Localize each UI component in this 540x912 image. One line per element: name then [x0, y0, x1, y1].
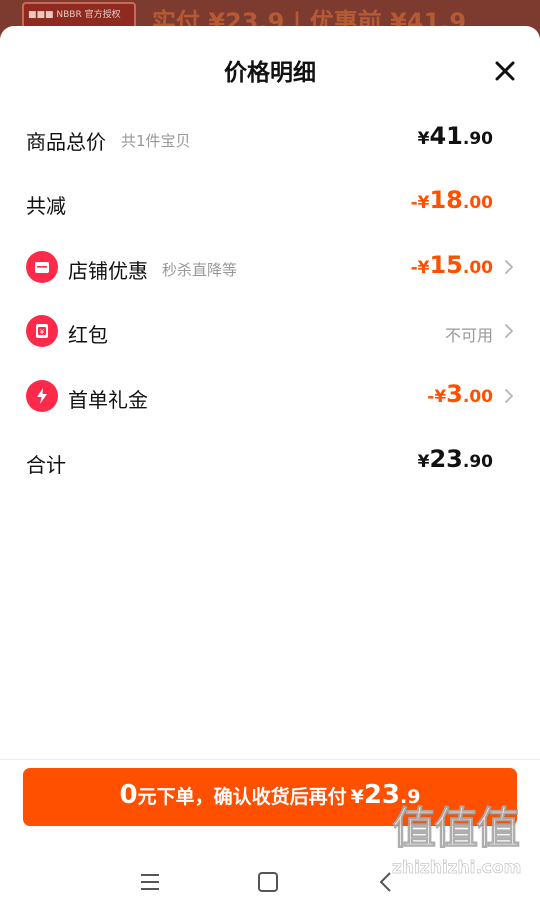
- menu-nav-button[interactable]: [136, 868, 164, 896]
- store-icon: [26, 251, 58, 283]
- close-icon: [495, 61, 515, 81]
- store-discount-label: 店铺优惠: [68, 259, 148, 283]
- subtotal-count: 共1件宝贝: [121, 132, 191, 150]
- chevron-right-icon: [502, 322, 516, 340]
- chevron-right-icon: [502, 387, 516, 405]
- total-label: 合计: [26, 453, 66, 477]
- order-button[interactable]: 0元下单，确认收货后再付 ¥23.9: [23, 768, 517, 826]
- order-button-label: 0元下单，确认收货后再付 ¥23.9: [119, 780, 421, 810]
- store-discount-sub: 秒杀直降等: [162, 261, 238, 279]
- lightning-icon: [26, 380, 58, 412]
- first-order-label: 首单礼金: [68, 388, 148, 412]
- total-row: 合计 ¥23.90: [0, 441, 540, 481]
- chevron-right-icon: [502, 258, 516, 276]
- red-packet-label: 红包: [68, 323, 108, 347]
- thumbnail-label: ■■■ NBBR 官方授权: [28, 10, 121, 20]
- menu-icon: [141, 874, 159, 890]
- close-button[interactable]: [490, 56, 520, 86]
- first-order-row[interactable]: 首单礼金 -¥3.00: [0, 376, 540, 416]
- subtotal-amount: ¥41.90: [417, 122, 493, 150]
- total-discount-row: 共减 -¥18.00: [0, 182, 540, 222]
- total-discount-label: 共减: [26, 194, 66, 218]
- back-icon: [380, 872, 391, 892]
- sheet-title: 价格明细: [224, 60, 316, 86]
- total-amount: ¥23.90: [417, 445, 493, 473]
- store-discount-row[interactable]: 店铺优惠 秒杀直降等 -¥15.00: [0, 247, 540, 287]
- home-square-icon: [258, 872, 278, 892]
- red-packet-row[interactable]: ¥ 红包 不可用: [0, 311, 540, 351]
- system-nav-bar: [0, 852, 540, 912]
- price-detail-sheet: 价格明细 商品总价 共1件宝贝 ¥41.90 共减 -¥18.00 店铺优惠 秒: [0, 26, 540, 912]
- total-discount-amount: -¥18.00: [410, 186, 493, 214]
- svg-text:¥: ¥: [40, 328, 45, 336]
- red-packet-status: 不可用: [444, 326, 493, 345]
- divider: [0, 759, 540, 760]
- back-nav-button[interactable]: [372, 868, 400, 896]
- subtotal-row: 商品总价 共1件宝贝 ¥41.90: [0, 118, 540, 158]
- home-nav-button[interactable]: [254, 868, 282, 896]
- subtotal-label: 商品总价: [26, 130, 106, 154]
- first-order-amount: -¥3.00: [427, 380, 493, 408]
- red-packet-icon: ¥: [26, 315, 58, 347]
- store-discount-amount: -¥15.00: [410, 251, 493, 279]
